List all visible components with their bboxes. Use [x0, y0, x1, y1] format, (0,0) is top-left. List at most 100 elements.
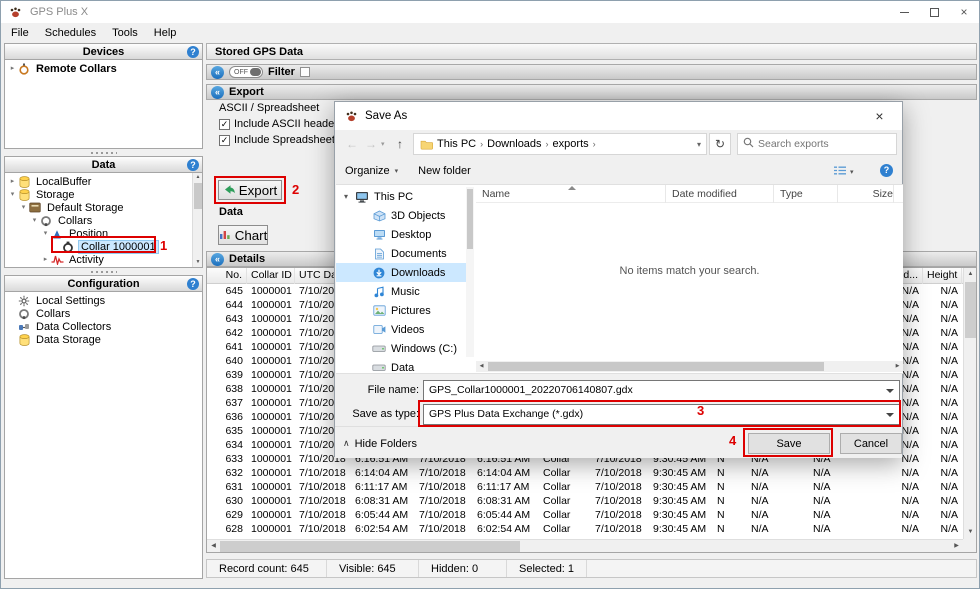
- view-options-button[interactable]: ▾: [833, 165, 854, 179]
- breadcrumb-dropdown-icon[interactable]: ▾: [697, 140, 701, 149]
- tree-item-collars[interactable]: ▾Collars: [5, 214, 202, 227]
- tree-item-data-storage[interactable]: Data Storage: [5, 333, 202, 346]
- scroll-right-icon[interactable]: ▶: [892, 361, 903, 372]
- splitter-handle[interactable]: [4, 149, 203, 156]
- folder-item-documents[interactable]: Documents: [336, 244, 466, 263]
- data-tree-scrollbar[interactable]: ▲ ▼: [192, 173, 202, 267]
- expand-arrow-icon[interactable]: ▸: [41, 253, 50, 266]
- collapse-icon[interactable]: «: [211, 86, 224, 99]
- help-icon[interactable]: ?: [187, 46, 199, 58]
- chart-button[interactable]: Chart: [218, 225, 268, 245]
- splitter-handle[interactable]: [4, 268, 203, 275]
- folder-item-videos[interactable]: Videos: [336, 320, 466, 339]
- annotation-number-4: 4: [729, 433, 736, 448]
- folder-item-3d-objects[interactable]: 3D Objects: [336, 206, 466, 225]
- tree-item-localbuffer[interactable]: ▸LocalBuffer: [5, 175, 202, 188]
- menu-tools[interactable]: Tools: [104, 25, 146, 41]
- column-header[interactable]: Collar ID: [247, 268, 295, 284]
- search-input[interactable]: [758, 138, 876, 150]
- hide-folders-button[interactable]: ∧ Hide Folders: [343, 433, 417, 454]
- collapse-icon[interactable]: «: [211, 66, 224, 79]
- scroll-thumb[interactable]: [220, 541, 520, 552]
- cancel-button[interactable]: Cancel: [840, 433, 902, 454]
- table-row[interactable]: 63210000017/10/20186:14:04 AM7/10/20186:…: [207, 466, 963, 480]
- collapse-arrow-icon[interactable]: ▾: [41, 227, 50, 240]
- collapse-arrow-icon[interactable]: ▾: [30, 214, 39, 227]
- checkbox-include-ascii-header[interactable]: ✓Include ASCII header: [219, 118, 338, 130]
- filter-toggle[interactable]: OFF: [229, 66, 263, 78]
- dialog-close-button[interactable]: ×: [857, 102, 902, 130]
- tree-item-default-storage[interactable]: ▾ Default Storage: [5, 201, 202, 214]
- scroll-thumb[interactable]: [965, 282, 976, 338]
- folder-item-music[interactable]: Music: [336, 282, 466, 301]
- up-icon[interactable]: ↑: [391, 135, 409, 153]
- folder-tree-scrollbar[interactable]: [466, 187, 474, 357]
- close-button[interactable]: ×: [949, 1, 979, 23]
- scroll-up-icon[interactable]: ▲: [193, 173, 203, 182]
- folder-item-windows-c[interactable]: Windows (C:): [336, 339, 466, 358]
- help-icon[interactable]: ?: [880, 164, 893, 177]
- folder-item-data[interactable]: Data: [336, 358, 466, 374]
- list-column-date-modified[interactable]: Date modified: [666, 185, 774, 203]
- list-column-size[interactable]: Size: [838, 185, 894, 203]
- refresh-icon[interactable]: ↻: [709, 133, 731, 155]
- tree-item-activity[interactable]: ▸Activity: [5, 253, 202, 266]
- breadcrumb[interactable]: This PC›Downloads›exports› ▾: [413, 133, 707, 155]
- maximize-button[interactable]: [919, 1, 949, 23]
- table-row[interactable]: 62910000017/10/20186:05:44 AM7/10/20186:…: [207, 508, 963, 522]
- column-header[interactable]: Height: [923, 268, 962, 284]
- minimize-button[interactable]: [889, 1, 919, 23]
- breadcrumb-item-downloads[interactable]: Downloads: [487, 138, 541, 150]
- scroll-right-icon[interactable]: ▶: [950, 540, 963, 553]
- folder-item-this-pc[interactable]: ▾This PC: [336, 187, 466, 206]
- scroll-thumb[interactable]: [194, 183, 202, 209]
- scroll-thumb[interactable]: [488, 362, 824, 371]
- scroll-down-icon[interactable]: ▼: [964, 526, 977, 539]
- scroll-left-icon[interactable]: ◀: [207, 540, 220, 553]
- tree-item-remote-collars[interactable]: ▸Remote Collars: [5, 62, 202, 75]
- organize-button[interactable]: Organize ▾: [345, 165, 398, 177]
- list-column-name[interactable]: Name: [476, 185, 666, 203]
- scroll-left-icon[interactable]: ◀: [476, 361, 487, 372]
- menu-help[interactable]: Help: [146, 25, 185, 41]
- horizontal-scrollbar[interactable]: ◀ ▶: [207, 539, 963, 552]
- collapse-arrow-icon[interactable]: ▾: [8, 188, 17, 201]
- tree-item-label: Default Storage: [45, 202, 125, 214]
- collapse-icon[interactable]: «: [211, 253, 224, 266]
- search-box[interactable]: [737, 133, 897, 155]
- vertical-scrollbar[interactable]: ▲ ▼: [963, 268, 976, 539]
- table-row[interactable]: 63010000017/10/20186:08:31 AM7/10/20186:…: [207, 494, 963, 508]
- history-chevron-icon[interactable]: ▾: [381, 140, 385, 148]
- forward-icon[interactable]: →: [362, 135, 380, 153]
- scroll-down-icon[interactable]: ▼: [193, 258, 203, 267]
- file-name-input[interactable]: GPS_Collar1000001_20220706140807.gdx: [423, 380, 900, 401]
- help-icon[interactable]: ?: [187, 278, 199, 290]
- menu-file[interactable]: File: [3, 25, 37, 41]
- folder-item-desktop[interactable]: Desktop: [336, 225, 466, 244]
- scroll-up-icon[interactable]: ▲: [964, 268, 977, 281]
- tree-item-storage[interactable]: ▾Storage: [5, 188, 202, 201]
- scroll-thumb[interactable]: [467, 189, 473, 249]
- collapse-arrow-icon[interactable]: ▾: [19, 201, 28, 214]
- folder-item-downloads[interactable]: Downloads: [336, 263, 466, 282]
- chevron-down-icon[interactable]: [881, 382, 898, 399]
- table-row[interactable]: 62810000017/10/20186:02:54 AM7/10/20186:…: [207, 522, 963, 536]
- cell: N/A: [923, 326, 962, 340]
- back-icon[interactable]: ←: [343, 135, 361, 153]
- menu-schedules[interactable]: Schedules: [37, 25, 104, 41]
- folder-item-pictures[interactable]: Pictures: [336, 301, 466, 320]
- table-row[interactable]: 63110000017/10/20186:11:17 AM7/10/20186:…: [207, 480, 963, 494]
- column-header[interactable]: No.: [207, 268, 247, 284]
- tree-item-collars[interactable]: Collars: [5, 307, 202, 320]
- breadcrumb-item-this-pc[interactable]: This PC: [437, 138, 476, 150]
- tree-item-data-collectors[interactable]: Data Collectors: [5, 320, 202, 333]
- tree-item-local-settings[interactable]: Local Settings: [5, 294, 202, 307]
- expand-arrow-icon[interactable]: ▸: [8, 62, 17, 75]
- list-column-type[interactable]: Type: [774, 185, 838, 203]
- new-folder-button[interactable]: New folder: [418, 165, 471, 177]
- collapse-arrow-icon[interactable]: ▾: [342, 192, 350, 201]
- help-icon[interactable]: ?: [187, 159, 199, 171]
- expand-arrow-icon[interactable]: ▸: [8, 175, 17, 188]
- breadcrumb-item-exports[interactable]: exports: [553, 138, 589, 150]
- file-list-scrollbar[interactable]: ◀ ▶: [476, 361, 903, 372]
